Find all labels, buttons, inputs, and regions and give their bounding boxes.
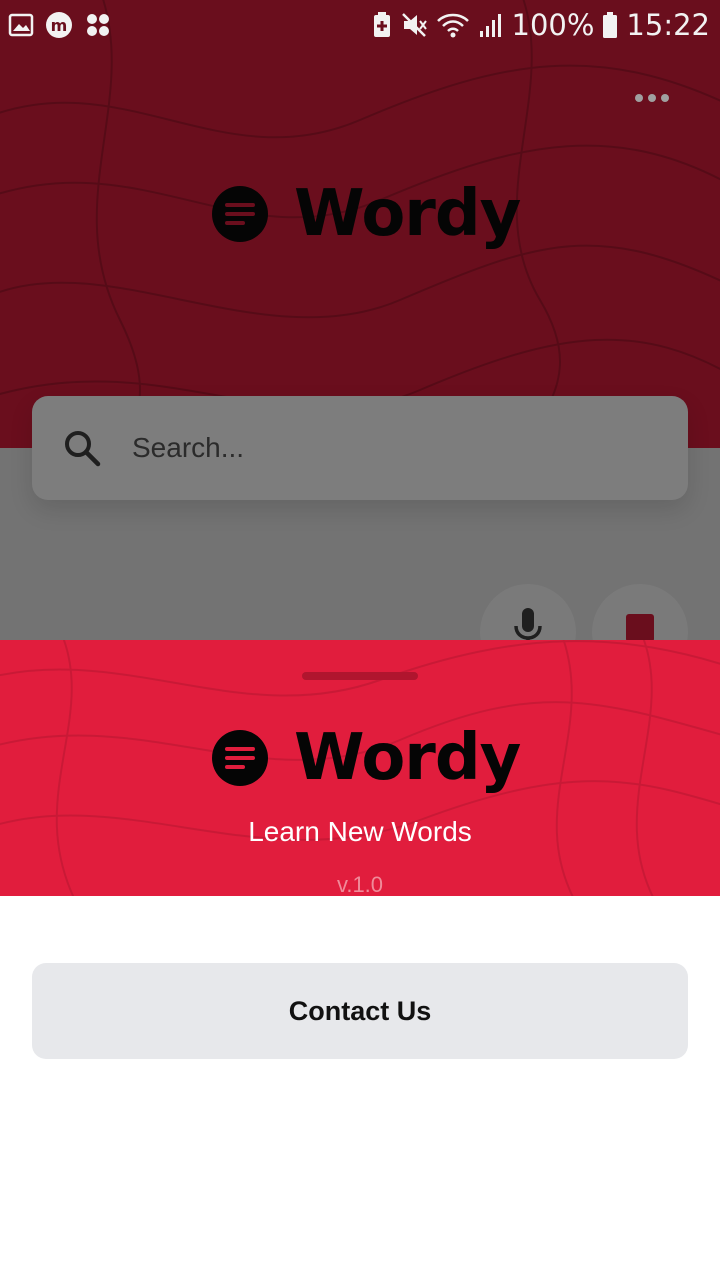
search-icon bbox=[65, 431, 101, 467]
apps-grid-icon bbox=[87, 14, 109, 36]
more-options-button[interactable] bbox=[628, 80, 676, 116]
wifi-icon bbox=[436, 13, 469, 38]
more-horizontal-icon bbox=[635, 94, 643, 102]
app-name: Wordy bbox=[294, 177, 521, 251]
gallery-icon bbox=[8, 13, 34, 37]
battery-saver-icon bbox=[373, 12, 390, 37]
signal-icon bbox=[479, 14, 501, 37]
m-app-icon: m bbox=[46, 12, 72, 38]
drag-handle[interactable] bbox=[302, 672, 418, 680]
battery-percent: 100% bbox=[511, 8, 595, 42]
tagline: Learn New Words bbox=[248, 816, 472, 847]
stop-icon bbox=[626, 614, 654, 642]
svg-text:m: m bbox=[51, 16, 68, 35]
mute-icon bbox=[401, 13, 427, 37]
header-logo: Wordy bbox=[212, 177, 521, 251]
sheet-app-name: Wordy bbox=[294, 721, 521, 795]
screen: m 100% 15:22 Wordy Search... Learn New W… bbox=[0, 0, 720, 1280]
status-bar: m 100% 15:22 bbox=[0, 0, 720, 50]
version-label: v.1.0 bbox=[336, 872, 384, 896]
battery-icon bbox=[603, 12, 618, 38]
status-left-icons: m bbox=[8, 10, 112, 40]
search-input[interactable] bbox=[130, 431, 614, 465]
contact-us-button[interactable]: Contact Us bbox=[32, 963, 688, 1059]
wordy-logo-icon bbox=[212, 730, 268, 786]
wordy-logo-icon bbox=[212, 186, 268, 242]
search-bar[interactable] bbox=[32, 396, 688, 500]
sheet-logo: Wordy bbox=[212, 721, 521, 795]
clock: 15:22 bbox=[626, 8, 710, 42]
status-right-icons: 100% 15:22 bbox=[372, 8, 710, 42]
